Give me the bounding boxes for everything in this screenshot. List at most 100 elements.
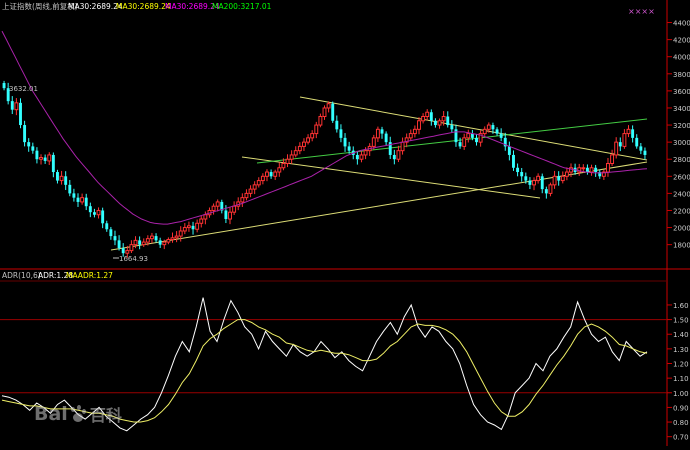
- sub-y-tick-label: 0.80: [673, 419, 689, 427]
- candle-body: [141, 241, 146, 246]
- candle-body: [392, 154, 396, 160]
- candle-body: [331, 103, 335, 121]
- candle-body: [626, 128, 631, 135]
- candle-body: [51, 154, 55, 173]
- candle-body: [384, 133, 388, 143]
- candle-body: [31, 146, 35, 151]
- candle-body: [182, 227, 187, 232]
- marker-symbols: ××××: [628, 7, 655, 16]
- main-y-tick-label: 2400: [673, 190, 690, 198]
- candle-body: [594, 167, 598, 173]
- sub-y-tick-label: 1.50: [673, 317, 689, 325]
- candle-body: [581, 167, 586, 170]
- candle-body: [639, 146, 643, 151]
- candle-body: [19, 102, 22, 126]
- sub-y-tick-label: 0.70: [673, 434, 689, 442]
- candle-body: [260, 175, 265, 182]
- candle-body: [252, 184, 257, 190]
- sub-y-tick-labels: 0.70 0.80 0.90 1.00 1.10 1.20 1.30 1.40 1.50 1.60: [667, 302, 689, 442]
- candle-body: [614, 141, 619, 156]
- candle-body: [306, 137, 311, 143]
- candle-body: [528, 180, 532, 185]
- candle-body: [516, 167, 520, 173]
- candle-body: [43, 157, 47, 161]
- candle-body: [289, 154, 294, 160]
- candle-body: [105, 223, 109, 230]
- adr-params: ADR(10,6): [2, 271, 41, 280]
- main-y-tick-label: 1800: [673, 242, 690, 250]
- candle-body: [211, 205, 216, 211]
- ma200-value: MA200:3217.01: [212, 2, 272, 11]
- main-y-tick-label: 4400: [673, 20, 690, 28]
- sub-y-tick-label: 1.30: [673, 346, 689, 354]
- main-y-tick-label: 2600: [673, 173, 690, 181]
- candle-body: [425, 111, 430, 118]
- candle-body: [495, 129, 499, 134]
- candle-body: [203, 214, 208, 220]
- candle-body: [606, 162, 610, 173]
- main-y-tick-label: 2200: [673, 207, 690, 215]
- candle-body: [109, 229, 113, 237]
- candle-body: [265, 171, 269, 177]
- candle-body: [408, 133, 413, 139]
- candle-body: [244, 192, 249, 199]
- candle-body: [335, 120, 339, 130]
- sub-y-tick-label: 1.20: [673, 361, 689, 369]
- candle-body: [113, 236, 117, 241]
- stock-chart[interactable]: 1800 2000 2200 2400 2600 2800 3000 3200 3400 3600…: [0, 0, 690, 446]
- candle-body: [437, 120, 442, 126]
- candle-body: [215, 201, 220, 207]
- candle-body: [59, 175, 64, 182]
- main-y-tick-label: 2000: [673, 225, 690, 233]
- candle-body: [560, 175, 565, 182]
- candle-body: [154, 236, 158, 241]
- candle-body: [441, 116, 446, 122]
- candle-body: [618, 142, 622, 147]
- candle-body: [458, 142, 462, 147]
- ma-value-1: MA30:2689.24: [68, 2, 123, 11]
- ma-value-2: MA30:2689.24: [116, 2, 171, 11]
- candle-body: [27, 142, 31, 147]
- candle-body: [412, 128, 417, 135]
- candle-body: [557, 176, 561, 181]
- main-y-tick-labels: 1800 2000 2200 2400 2600 2800 3000 3200 3400 3600…: [667, 20, 690, 250]
- candle-body: [10, 101, 14, 110]
- candle-body: [166, 239, 171, 243]
- candle-body: [520, 172, 524, 177]
- candle-body: [343, 137, 347, 147]
- main-y-tick-label: 3200: [673, 122, 690, 130]
- candle-body: [540, 176, 544, 190]
- sub-y-tick-label: 1.00: [673, 390, 689, 398]
- candle-body: [256, 180, 261, 186]
- candle-body: [400, 141, 405, 152]
- candle-body: [318, 116, 323, 126]
- candle-body: [174, 235, 179, 239]
- candle-body: [499, 133, 503, 138]
- candle-body: [149, 235, 154, 240]
- candle-body: [297, 145, 302, 152]
- candle-body: [635, 137, 639, 147]
- sub-y-tick-label: 1.40: [673, 331, 689, 339]
- candle-body: [121, 248, 125, 254]
- candle-body: [186, 225, 191, 229]
- paw-icon: [69, 405, 87, 423]
- candle-body: [195, 222, 200, 230]
- candle-body: [450, 125, 454, 130]
- trend-line-top: [299, 96, 648, 161]
- candlestick-series: [2, 80, 647, 258]
- candle-body: [564, 171, 569, 177]
- candle-body: [548, 184, 553, 194]
- candle-body: [643, 150, 647, 155]
- candle-body: [80, 197, 85, 203]
- candle-body: [375, 128, 380, 139]
- candle-body: [39, 157, 43, 160]
- candle-body: [363, 150, 368, 156]
- candle-body: [532, 180, 536, 186]
- candle-body: [293, 150, 298, 156]
- candle-body: [281, 162, 286, 169]
- candle-body: [138, 240, 142, 245]
- candle-body: [491, 125, 495, 130]
- candle-body: [585, 167, 589, 173]
- sub-y-tick-label: 1.10: [673, 375, 689, 383]
- symbol-label: 上证指数(周线,前复权): [2, 1, 78, 11]
